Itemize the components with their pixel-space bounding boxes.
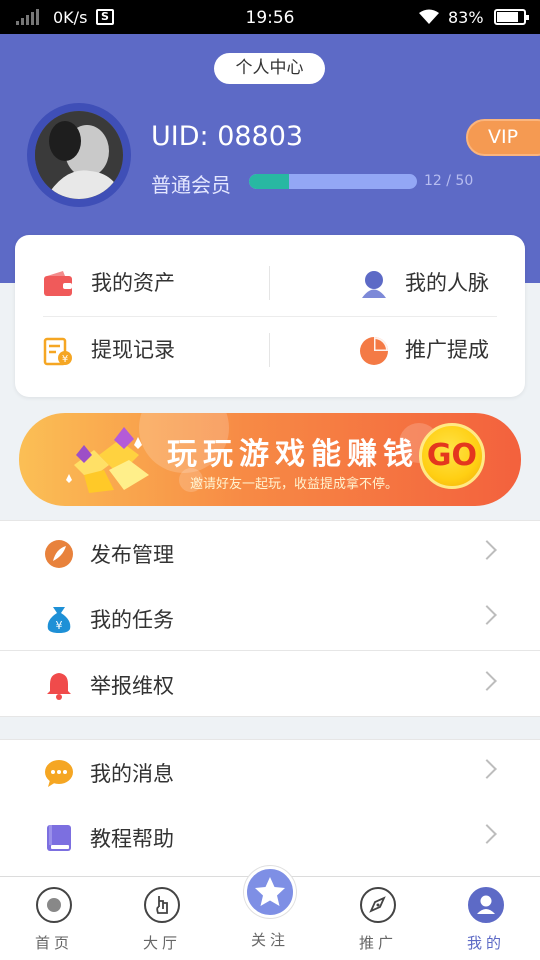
divider xyxy=(43,316,497,317)
avatar[interactable] xyxy=(35,111,123,199)
gold-gems-icon xyxy=(66,427,149,493)
money-bag-icon: ¥ xyxy=(47,607,71,633)
menu-label: 教程帮助 xyxy=(90,827,174,851)
compass-icon xyxy=(360,887,396,923)
promotion-commission-label: 推广提成 xyxy=(405,338,489,362)
feather-icon xyxy=(45,540,73,568)
battery-icon xyxy=(494,9,529,25)
banner-title: 玩玩游戏能赚钱 xyxy=(167,437,419,472)
svg-text:¥: ¥ xyxy=(56,619,63,632)
menu-item-my-tasks[interactable]: ¥ 我的任务 xyxy=(0,586,540,651)
tab-label: 关注 xyxy=(250,931,289,949)
withdraw-record-icon: ¥ xyxy=(43,337,72,366)
chevron-right-icon xyxy=(477,759,497,779)
level-progress-bar xyxy=(249,174,417,189)
page-title: 个人中心 xyxy=(214,53,325,84)
vip-button[interactable]: VIP xyxy=(466,119,540,156)
contacts-icon xyxy=(362,271,386,298)
menu-item-publish-management[interactable]: 发布管理 xyxy=(0,521,540,586)
wifi-icon xyxy=(419,9,439,24)
tab-label: 大厅 xyxy=(142,934,181,952)
withdraw-record-label: 提现记录 xyxy=(91,338,175,362)
chevron-right-icon xyxy=(477,824,497,844)
divider xyxy=(0,650,540,651)
tab-label: 我的 xyxy=(466,934,505,952)
menu-item-tutorial-help[interactable]: 教程帮助 xyxy=(0,805,540,870)
chevron-right-icon xyxy=(477,540,497,560)
promo-banner[interactable]: 玩玩游戏能赚钱 邀请好友一起玩，收益提成拿不停。 GO xyxy=(19,413,521,506)
user-id: UID: 08803 xyxy=(151,121,304,152)
menu-label: 发布管理 xyxy=(90,543,174,567)
divider xyxy=(269,266,270,300)
tab-label: 推广 xyxy=(358,934,397,952)
member-level: 普通会员 xyxy=(151,173,231,197)
menu-item-report-rights[interactable]: 举报维权 xyxy=(0,652,540,717)
avatar-frame[interactable] xyxy=(27,103,131,207)
level-progress-text: 12 / 50 xyxy=(424,173,474,189)
tab-promote[interactable]: 推广 xyxy=(324,877,432,960)
my-assets-label: 我的资产 xyxy=(91,271,175,295)
menu-label: 举报维权 xyxy=(90,674,174,698)
my-assets-button[interactable]: 我的资产 xyxy=(43,261,263,305)
divider xyxy=(269,333,270,367)
menu-item-my-messages[interactable]: 我的消息 xyxy=(0,740,540,805)
user-icon xyxy=(468,887,504,923)
tab-home[interactable]: 首页 xyxy=(0,877,108,960)
menu-label: 我的消息 xyxy=(90,762,174,786)
chevron-right-icon xyxy=(477,605,497,625)
battery-percent: 83% xyxy=(448,8,484,27)
menu-group-2: 我的消息 教程帮助 xyxy=(0,739,540,879)
my-contacts-label: 我的人脉 xyxy=(405,271,489,295)
star-icon xyxy=(255,877,285,906)
follow-star-button[interactable] xyxy=(244,866,296,918)
chat-bubble-icon xyxy=(45,760,73,787)
avatar-photo xyxy=(35,111,123,199)
promotion-commission-button[interactable]: 推广提成 xyxy=(273,328,497,372)
status-bar: 0K/s S 19:56 83% xyxy=(0,0,540,34)
book-icon xyxy=(47,825,71,851)
tab-label: 首页 xyxy=(34,934,73,952)
wallet-icon xyxy=(44,271,72,296)
hand-pointer-icon xyxy=(144,887,180,923)
svg-text:¥: ¥ xyxy=(62,354,68,365)
assets-card: 我的资产 我的人脉 ¥ 提现记录 推广提成 xyxy=(15,235,525,397)
tab-mine[interactable]: 我的 xyxy=(432,877,540,960)
menu-group-1: 发布管理 ¥ 我的任务 举报维权 xyxy=(0,520,540,717)
my-contacts-button[interactable]: 我的人脉 xyxy=(273,261,497,305)
chevron-right-icon xyxy=(477,671,497,691)
home-icon xyxy=(36,887,72,923)
bell-icon xyxy=(47,673,71,700)
tab-hall[interactable]: 大厅 xyxy=(108,877,216,960)
menu-label: 我的任务 xyxy=(90,608,174,632)
banner-subtitle: 邀请好友一起玩，收益提成拿不停。 xyxy=(190,477,399,492)
pie-chart-icon xyxy=(360,337,388,365)
withdraw-record-button[interactable]: ¥ 提现记录 xyxy=(43,328,263,372)
go-button[interactable]: GO xyxy=(419,423,485,489)
